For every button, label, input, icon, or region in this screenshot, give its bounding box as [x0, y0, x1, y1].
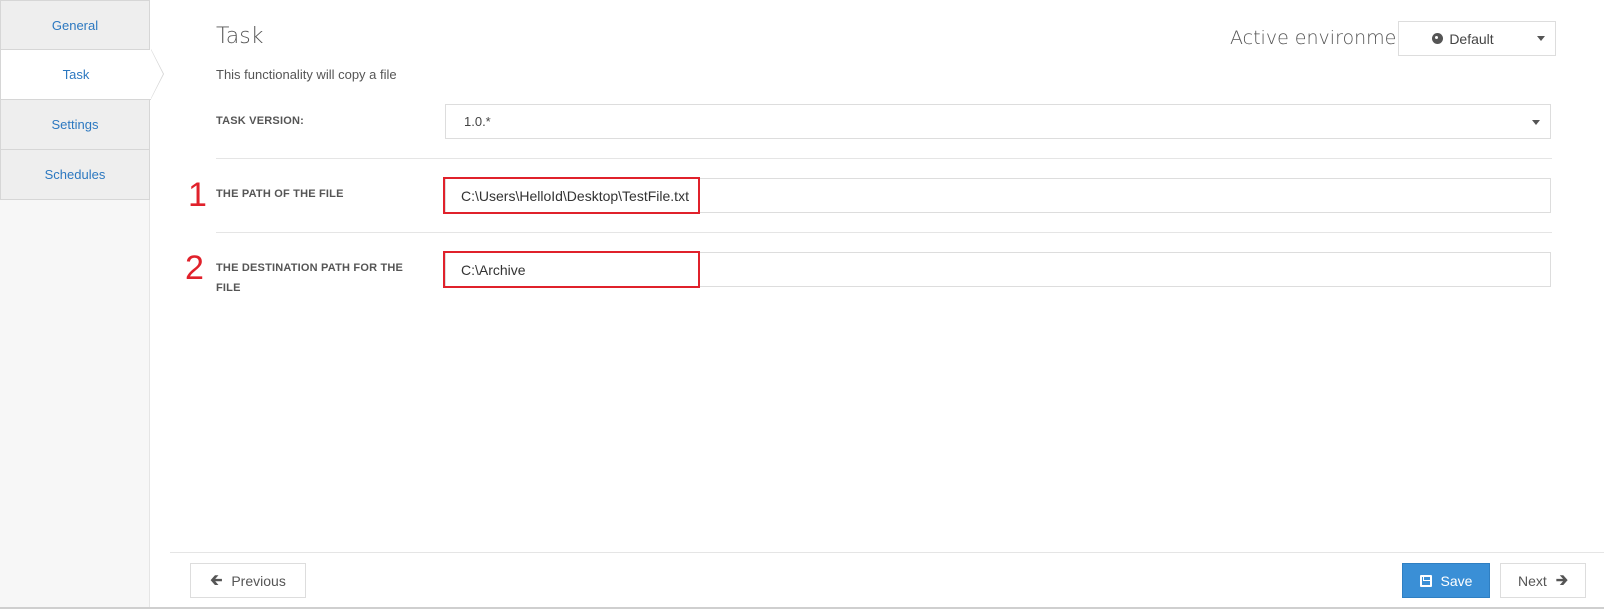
sidebar-item-label: General — [51, 17, 99, 33]
sidebar-item-general[interactable]: General — [0, 0, 150, 50]
task-version-label: TASK VERSION: — [216, 115, 304, 127]
next-label: Next — [1518, 572, 1547, 589]
page-description: This functionality will copy a file — [216, 67, 397, 82]
destination-path-input[interactable] — [445, 252, 1551, 287]
footer-divider — [170, 552, 1604, 553]
caret-down-icon — [1532, 120, 1540, 125]
arrow-right-icon: 🡲 — [1555, 572, 1568, 589]
task-version-select[interactable]: 1.0.* — [445, 104, 1551, 139]
save-button[interactable]: Save — [1402, 563, 1490, 598]
globe-icon — [1432, 33, 1444, 44]
divider — [216, 158, 1552, 159]
previous-label: Previous — [231, 572, 286, 589]
sidebar-item-label: Settings — [51, 117, 99, 132]
annotation-marker-1: 1 — [188, 176, 207, 214]
arrow-left-icon: 🡰 — [210, 572, 223, 589]
divider — [216, 232, 1552, 233]
destination-path-label: THE DESTINATION PATH FOR THE FILE — [216, 262, 404, 294]
sidebar-item-label: Task — [62, 67, 90, 82]
annotation-marker-2: 2 — [185, 249, 204, 287]
environment-dropdown-toggle[interactable] — [1527, 21, 1556, 56]
save-label: Save — [1440, 572, 1473, 589]
next-button[interactable]: Next 🡲 — [1500, 563, 1586, 598]
task-version-value: 1.0.* — [464, 114, 491, 129]
previous-button[interactable]: 🡰 Previous — [190, 563, 306, 598]
file-path-input[interactable] — [445, 178, 1551, 213]
file-path-label: THE PATH OF THE FILE — [216, 188, 344, 200]
environment-button[interactable]: Default — [1398, 21, 1528, 56]
sidebar-item-label: Schedules — [44, 167, 106, 182]
sidebar-item-schedules[interactable]: Schedules — [0, 150, 150, 200]
active-environment-label: Active environment — [1230, 27, 1416, 49]
sidebar: General Task Settings Schedules — [0, 0, 164, 609]
page-title: Task — [216, 24, 264, 49]
caret-down-icon — [1537, 36, 1545, 41]
sidebar-item-settings[interactable]: Settings — [0, 100, 150, 150]
save-icon — [1419, 574, 1432, 587]
sidebar-item-task[interactable]: Task — [0, 49, 164, 100]
environment-value: Default — [1449, 30, 1494, 47]
